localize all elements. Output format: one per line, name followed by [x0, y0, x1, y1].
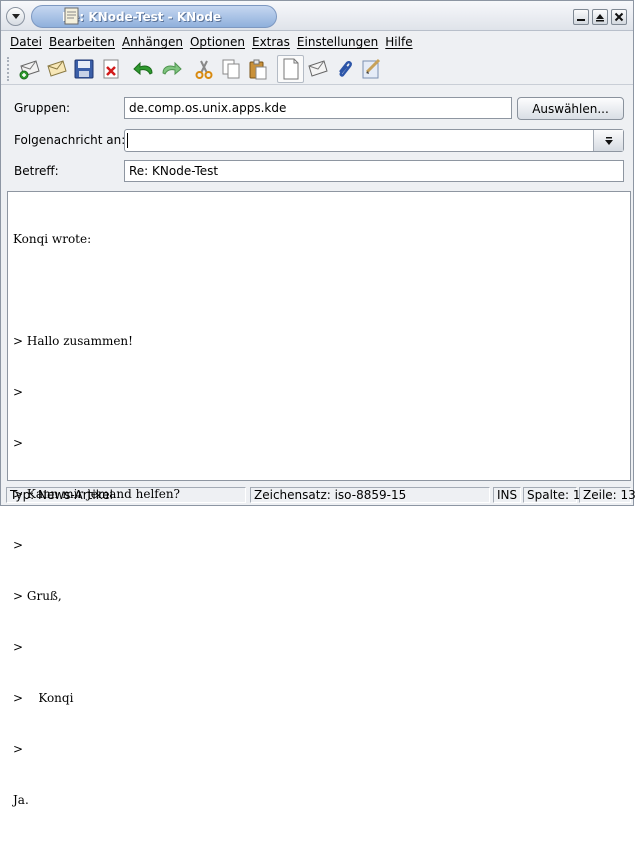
followup-row: Folgenachricht an: [7, 128, 631, 152]
knode-app-icon [64, 7, 79, 25]
status-insert-mode: INS [493, 487, 521, 503]
status-type: Typ: News-Artikel [6, 487, 246, 503]
status-column: Spalte: 1 [523, 487, 581, 503]
delete-button[interactable] [97, 55, 124, 83]
copy-button[interactable] [217, 55, 244, 83]
chevron-down-icon [11, 13, 20, 19]
article-headers: Gruppen: de.comp.os.unix.apps.kde Auswäh… [7, 91, 631, 187]
status-charset: Zeichensatz: iso-8859-15 [250, 487, 490, 503]
mail-button[interactable] [304, 55, 331, 83]
maximize-button[interactable] [592, 9, 608, 25]
scissors-icon [195, 60, 212, 79]
groups-label: Gruppen: [14, 101, 71, 115]
undo-button[interactable] [130, 55, 157, 83]
groups-input[interactable]: de.comp.os.unix.apps.kde [124, 97, 512, 119]
minimize-button[interactable] [573, 9, 589, 25]
body-line: > Gruß, [13, 589, 62, 603]
body-line: Ja. [13, 793, 29, 807]
subject-input[interactable]: Re: KNode-Test [124, 160, 624, 182]
composer-window: Re: KNode-Test - KNode Datei Bearbeiten … [0, 0, 636, 807]
followup-label: Folgenachricht an: [14, 133, 126, 147]
title-bar[interactable]: Re: KNode-Test - KNode [1, 1, 633, 31]
choose-groups-button[interactable]: Auswählen... [517, 97, 624, 120]
save-button[interactable] [70, 55, 97, 83]
window-title-text: Re: KNode-Test - KNode [62, 9, 222, 24]
maximize-icon [596, 14, 604, 22]
spellcheck-button[interactable] [358, 55, 385, 83]
envelope-send-icon [19, 59, 40, 79]
chevron-down-icon [604, 136, 613, 145]
delete-x-icon [103, 59, 118, 78]
body-line: > [13, 742, 24, 756]
close-button[interactable] [611, 9, 627, 25]
menu-hilfe[interactable]: Hilfe [385, 35, 412, 49]
minimize-icon [577, 19, 585, 21]
redo-button[interactable] [157, 55, 184, 83]
paste-button[interactable] [244, 55, 271, 83]
followup-combobox[interactable] [124, 129, 624, 152]
message-body-editor[interactable]: Konqi wrote: > Hallo zusammen! > > > Kan… [7, 191, 631, 807]
body-line: > [13, 640, 24, 654]
new-document-button[interactable] [277, 54, 304, 83]
envelope-later-icon [46, 59, 67, 77]
body-line: > [13, 436, 24, 450]
followup-dropdown-button[interactable] [593, 130, 623, 151]
menu-anhaengen[interactable]: Anhängen [122, 35, 183, 49]
body-line: > [13, 385, 24, 399]
groups-row: Gruppen: de.comp.os.unix.apps.kde Auswäh… [7, 96, 631, 120]
paperclip-icon [338, 60, 352, 77]
menu-bearbeiten[interactable]: Bearbeiten [49, 35, 115, 49]
body-line [13, 282, 625, 299]
status-bar: Typ: News-Artikel Zeichensatz: iso-8859-… [1, 485, 636, 505]
close-icon [614, 12, 624, 22]
text-cursor [127, 133, 128, 148]
clipboard-icon [249, 59, 266, 79]
menu-einstellungen[interactable]: Einstellungen [297, 35, 378, 49]
envelope-icon [307, 59, 328, 77]
copy-icon [222, 59, 239, 78]
body-line: > Konqi [13, 691, 74, 705]
blank-page-icon [283, 58, 298, 79]
menu-optionen[interactable]: Optionen [190, 35, 245, 49]
send-now-button[interactable] [16, 55, 43, 83]
send-later-button[interactable] [43, 55, 70, 83]
body-line: Konqi wrote: [13, 232, 92, 246]
window-menu-button[interactable] [6, 7, 25, 26]
undo-arrow-icon [132, 61, 153, 75]
body-line: > Hallo zusammen! [13, 334, 133, 348]
toolbar [1, 53, 633, 85]
menu-extras[interactable]: Extras [252, 35, 290, 49]
redo-arrow-icon [161, 61, 182, 75]
cut-button[interactable] [190, 55, 217, 83]
attach-button[interactable] [331, 55, 358, 83]
body-line: > [13, 538, 24, 552]
subject-label: Betreff: [14, 164, 59, 178]
menu-bar: Datei Bearbeiten Anhängen Optionen Extra… [1, 32, 633, 52]
floppy-disk-icon [74, 59, 93, 78]
menu-datei[interactable]: Datei [10, 35, 42, 49]
status-line: Zeile: 13 [579, 487, 636, 503]
subject-row: Betreff: Re: KNode-Test [7, 159, 631, 183]
toolbar-handle[interactable] [7, 56, 12, 81]
spellcheck-icon [362, 58, 380, 78]
